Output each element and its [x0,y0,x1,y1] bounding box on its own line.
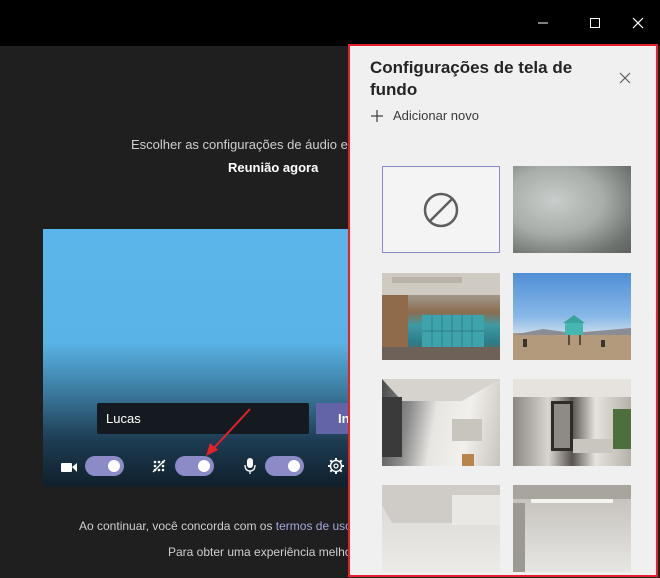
background-option-office[interactable] [382,273,500,360]
meeting-title: Reunião agora [228,160,319,175]
video-preview [43,229,353,487]
toggle-knob [198,460,210,472]
background-option-room-3[interactable] [382,485,500,572]
background-blur-icon[interactable] [150,457,168,475]
room-scene-image [382,379,500,466]
no-background-option[interactable] [382,166,500,253]
title-bar [0,0,660,46]
background-option-room-2[interactable] [513,379,631,466]
toggle-knob [288,460,300,472]
close-panel-button[interactable] [616,69,634,87]
consent-prefix: Ao continuar, você concorda com os [79,519,276,533]
plus-icon [371,109,383,122]
room-scene-image [513,379,631,453]
close-icon [632,17,644,29]
experience-text: Para obter uma experiência melhor [168,545,356,559]
beach-scene-image [513,315,631,360]
minimize-icon [538,22,548,24]
setup-prompt: Escolher as configurações de áudio e [131,137,348,152]
annotation-arrow [206,408,251,456]
background-settings-panel: Configurações de tela de fundo Adicionar… [348,44,658,577]
maximize-button[interactable] [575,0,615,46]
close-icon [619,72,631,84]
blur-background-option[interactable] [513,166,631,253]
close-window-button[interactable] [618,0,658,46]
add-new-background-button[interactable]: Adicionar novo [370,108,479,123]
room-scene-image [382,485,500,525]
minimize-button[interactable] [523,0,563,46]
no-background-icon [423,192,459,227]
room-scene-image [513,485,631,572]
gear-icon[interactable] [327,457,345,475]
terms-of-use-link[interactable]: termos de uso [276,519,352,533]
microphone-toggle[interactable] [265,456,304,476]
background-option-room-4[interactable] [513,485,631,572]
panel-title: Configurações de tela de fundo [370,58,573,99]
camera-toggle[interactable] [85,456,124,476]
camera-icon[interactable] [60,458,78,476]
background-option-room-1[interactable] [382,379,500,466]
consent-text: Ao continuar, você concorda com os termo… [79,519,362,533]
maximize-icon [590,18,600,28]
background-option-beach[interactable] [513,273,631,360]
add-new-label: Adicionar novo [393,108,479,123]
toggle-knob [108,460,120,472]
office-scene-image [382,273,500,360]
